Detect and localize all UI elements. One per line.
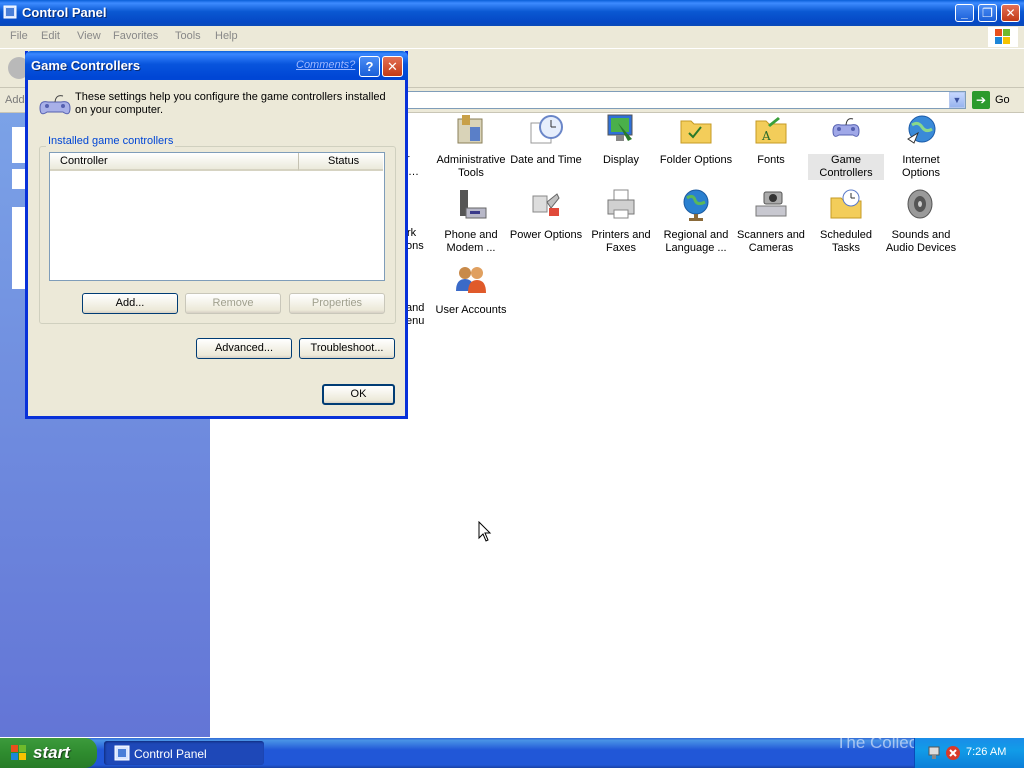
menu-edit[interactable]: Edit: [41, 30, 60, 42]
control-panel-icon: [3, 5, 17, 19]
advanced-button[interactable]: Advanced...: [196, 338, 292, 359]
partial-item-label: rk: [407, 227, 417, 239]
cp-item-user-accounts[interactable]: User Accounts: [433, 263, 509, 317]
controllers-list[interactable]: [49, 152, 385, 281]
power-options-icon: [532, 193, 560, 216]
troubleshoot-button[interactable]: Troubleshoot...: [299, 338, 395, 359]
cp-item-printers-and-faxes[interactable]: Printers and Faxes: [583, 188, 659, 255]
dialog-title: Game Controllers: [31, 58, 141, 73]
folder-options-icon: [680, 120, 712, 144]
comments-link[interactable]: Comments?: [296, 59, 355, 71]
start-label: start: [33, 743, 70, 762]
partial-item-label: ons: [406, 240, 424, 252]
menu-help[interactable]: Help: [215, 30, 238, 42]
cp-item-administrative-tools[interactable]: Administrative Tools: [433, 113, 509, 180]
cp-item-scanners-and-cameras[interactable]: Scanners and Cameras: [733, 188, 809, 255]
window-titlebar[interactable]: Control Panel _ ❐ ✕: [0, 0, 1024, 26]
network-icon[interactable]: [927, 745, 943, 761]
windows-logo-icon: [988, 27, 1018, 47]
column-header-status[interactable]: Status: [299, 153, 383, 171]
address-label: Add: [5, 94, 25, 106]
task-pane-item[interactable]: [12, 207, 26, 289]
menu-bar: File Edit View Favorites Tools Help: [0, 26, 1024, 49]
cp-item-display[interactable]: Display: [583, 113, 659, 167]
security-alert-icon[interactable]: [945, 745, 961, 761]
cp-item-fonts[interactable]: A Fonts: [733, 113, 809, 167]
sounds-audio-icon: [907, 189, 933, 219]
remove-button[interactable]: Remove: [185, 293, 281, 314]
administrative-tools-icon: [457, 115, 483, 144]
window-title: Control Panel: [22, 5, 107, 20]
properties-button[interactable]: Properties: [289, 293, 385, 314]
dialog-description: These settings help you configure the ga…: [75, 91, 386, 116]
help-button[interactable]: ?: [359, 56, 380, 77]
menu-file[interactable]: File: [10, 30, 28, 42]
add-button[interactable]: Add...: [82, 293, 178, 314]
regional-language-icon: [683, 189, 709, 221]
minimize-button[interactable]: _: [955, 4, 974, 22]
taskbar-item-control-panel[interactable]: Control Panel: [104, 741, 264, 765]
cp-item-sounds-and-audio[interactable]: Sounds and Audio Devices: [883, 188, 959, 255]
phone-modem-icon: [460, 190, 487, 219]
fonts-icon: A: [755, 117, 787, 144]
cp-item-folder-options[interactable]: Folder Options: [658, 113, 734, 167]
cp-item-phone-and-modem[interactable]: Phone and Modem ...: [433, 188, 509, 255]
cp-item-game-controllers[interactable]: Game Controllers: [808, 113, 884, 180]
partial-item-label: and: [406, 302, 425, 314]
clock: 7:26 AM: [966, 746, 1007, 758]
printers-faxes-icon: [607, 189, 635, 219]
taskbar-item-label: Control Panel: [134, 747, 207, 761]
partial-item-label: enu: [406, 315, 425, 327]
menu-tools[interactable]: Tools: [175, 30, 201, 42]
mouse-cursor-icon: [478, 521, 492, 542]
restore-button[interactable]: ❐: [978, 4, 997, 22]
user-accounts-icon: [456, 267, 486, 293]
windows-flag-icon: [11, 745, 26, 760]
cp-item-scheduled-tasks[interactable]: Scheduled Tasks: [808, 188, 884, 255]
game-controller-icon: [39, 95, 71, 115]
cp-item-regional-and-language[interactable]: Regional and Language ...: [658, 188, 734, 255]
task-pane-item[interactable]: [12, 169, 26, 189]
menu-view[interactable]: View: [77, 30, 101, 42]
ok-button[interactable]: OK: [322, 384, 395, 405]
menu-favorites[interactable]: Favorites: [113, 30, 158, 42]
partial-item-label: …: [408, 166, 419, 178]
dialog-titlebar[interactable]: Game Controllers Comments? ? ✕: [25, 51, 408, 80]
svg-text:A: A: [761, 129, 771, 143]
start-button[interactable]: start: [0, 738, 97, 768]
close-window-button[interactable]: ✕: [1001, 4, 1020, 22]
task-pane-item[interactable]: [12, 127, 26, 163]
cp-item-power-options[interactable]: Power Options: [508, 188, 584, 242]
address-dropdown-button[interactable]: ▼: [949, 92, 965, 108]
cp-item-date-and-time[interactable]: Date and Time: [508, 113, 584, 167]
group-label: Installed game controllers: [46, 135, 176, 147]
game-controllers-icon: [832, 118, 860, 137]
scanners-cameras-icon: [755, 191, 787, 217]
go-arrow-icon[interactable]: ➔: [972, 91, 990, 109]
date-time-icon: [530, 115, 563, 144]
control-panel-icon: [114, 745, 130, 761]
dialog-close-button[interactable]: ✕: [382, 56, 403, 77]
internet-options-icon: [907, 115, 936, 144]
go-button[interactable]: Go: [995, 94, 1010, 106]
cp-item-internet-options[interactable]: Internet Options: [883, 113, 959, 180]
scheduled-tasks-icon: [830, 189, 862, 219]
display-icon: [607, 114, 633, 141]
column-header-controller[interactable]: Controller: [50, 153, 299, 171]
